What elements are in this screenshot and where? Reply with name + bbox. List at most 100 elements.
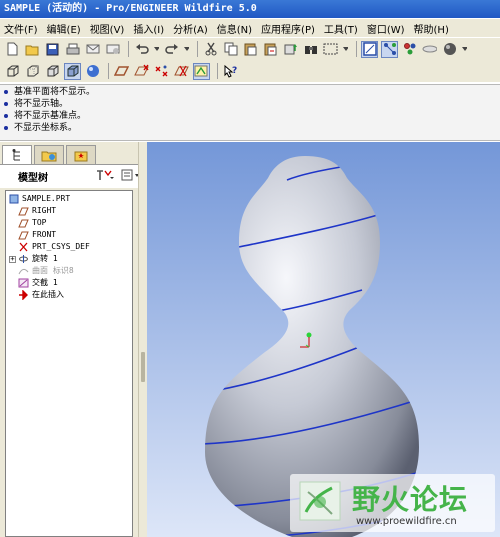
forum-logo-icon	[299, 481, 341, 521]
selection-dropdown-icon[interactable]	[342, 41, 349, 58]
tree-node-label: TOP	[32, 218, 47, 227]
tree-node-right[interactable]: RIGHT	[6, 205, 132, 217]
tree-node-top[interactable]: TOP	[6, 217, 132, 229]
shaded-icon[interactable]	[64, 62, 81, 80]
message-line: 不显示坐标系。	[4, 122, 496, 134]
no-hidden-icon[interactable]	[4, 63, 21, 80]
toolbar-separator	[356, 41, 357, 57]
model-tree-tab-icon[interactable]	[2, 145, 32, 164]
message-text: 将不显示轴。	[14, 99, 69, 109]
tree-node-label: 在此插入	[32, 290, 64, 299]
intersect-icon	[18, 278, 29, 288]
sphere-dropdown-icon[interactable]	[461, 41, 468, 58]
redo-dropdown-icon[interactable]	[183, 41, 190, 58]
tree-node-surface[interactable]: 曲面 标识8	[6, 265, 132, 277]
menu-tools[interactable]: 工具(T)	[324, 21, 358, 36]
watermark-title: 野火论坛	[352, 483, 469, 516]
bullet-icon	[4, 114, 8, 118]
email-icon[interactable]	[84, 41, 101, 58]
bullet-icon	[4, 90, 8, 94]
tree-settings-icon[interactable]	[95, 169, 115, 184]
favorites-tab-icon[interactable]	[66, 145, 96, 164]
open-folder-icon[interactable]	[24, 41, 41, 58]
menu-edit[interactable]: 编辑(E)	[47, 21, 81, 36]
datum-plane-display-icon[interactable]	[113, 63, 130, 80]
paste-special-icon[interactable]	[262, 41, 279, 58]
sphere-icon[interactable]	[441, 41, 458, 58]
window-title-bar: SAMPLE (活动的) - Pro/ENGINEER Wildfire 5.0	[0, 0, 500, 18]
toolbar-separator	[197, 41, 198, 57]
save-icon[interactable]	[44, 41, 61, 58]
message-line: 基准平面将不显示。	[4, 86, 496, 98]
folder-browser-tab-icon[interactable]	[34, 145, 64, 164]
tree-node-label: RIGHT	[32, 206, 57, 215]
toolbar-separator	[128, 41, 129, 57]
message-line: 将不显示轴。	[4, 98, 496, 110]
menu-view[interactable]: 视图(V)	[90, 21, 125, 36]
message-text: 不显示坐标系。	[14, 123, 78, 133]
tree-node-revolve[interactable]: + 旋转 1	[6, 253, 132, 265]
cut-icon[interactable]	[202, 41, 219, 58]
tree-node-label: FRONT	[32, 230, 57, 239]
new-file-icon[interactable]	[4, 41, 21, 58]
expand-toggle-icon[interactable]: +	[9, 255, 16, 263]
bullet-icon	[4, 126, 8, 130]
navigator-tabs	[0, 142, 147, 164]
enhanced-realism-icon[interactable]	[84, 63, 101, 80]
model-tree-header: 模型树	[0, 164, 147, 188]
model-tree-title: 模型树	[18, 173, 48, 184]
datum-point-icon[interactable]	[401, 41, 418, 58]
message-text: 将不显示基准点。	[14, 111, 87, 121]
eye-icon[interactable]	[421, 41, 438, 58]
datum-axis-icon[interactable]	[381, 40, 398, 58]
annotation-display-icon[interactable]	[193, 62, 210, 80]
csys-icon	[18, 242, 29, 252]
paste-icon[interactable]	[242, 41, 259, 58]
redo-icon[interactable]	[163, 41, 180, 58]
hidden-line-icon[interactable]	[24, 63, 41, 80]
window-icon[interactable]	[361, 40, 378, 58]
selection-box-icon[interactable]	[322, 41, 339, 58]
tree-node-intersect[interactable]: 交截 1	[6, 277, 132, 289]
toolbar-separator	[108, 63, 109, 79]
wireframe-icon[interactable]	[44, 63, 61, 80]
bullet-icon	[4, 102, 8, 106]
regenerate-icon[interactable]	[282, 41, 299, 58]
navigator-panel: 模型树 SAMPLE.PRT RIGHT TOP FRONT PRT_CSYS_…	[0, 142, 147, 537]
panel-splitter[interactable]	[138, 142, 147, 537]
email-attach-icon[interactable]	[104, 41, 121, 58]
tree-node-label: 旋转 1	[32, 254, 58, 263]
copy-icon[interactable]	[222, 41, 239, 58]
svg-text:?: ?	[232, 66, 237, 76]
undo-dropdown-icon[interactable]	[153, 41, 160, 58]
tree-node-label: 曲面 标识8	[32, 266, 74, 275]
tree-header-tools	[95, 169, 141, 184]
menu-file[interactable]: 文件(F)	[4, 21, 38, 36]
tree-node-insert-here[interactable]: 在此插入	[6, 289, 132, 301]
view-toolbar: ?	[0, 60, 500, 82]
whats-this-icon[interactable]: ?	[222, 63, 239, 80]
axis-display-icon[interactable]	[133, 63, 150, 80]
tree-node-front[interactable]: FRONT	[6, 229, 132, 241]
watermark-url: www.proewildfire.cn	[356, 516, 457, 527]
splitter-grip[interactable]	[141, 352, 145, 382]
print-icon[interactable]	[64, 41, 81, 58]
tree-node-part[interactable]: SAMPLE.PRT	[6, 193, 132, 205]
menu-applications[interactable]: 应用程序(P)	[261, 21, 315, 36]
find-icon[interactable]	[302, 41, 319, 58]
undo-icon[interactable]	[133, 41, 150, 58]
datum-plane-icon	[18, 218, 29, 228]
menu-insert[interactable]: 插入(I)	[133, 21, 164, 36]
menu-info[interactable]: 信息(N)	[217, 21, 252, 36]
tree-node-label: PRT_CSYS_DEF	[32, 242, 90, 251]
menu-help[interactable]: 帮助(H)	[414, 21, 449, 36]
forum-watermark: 野火论坛 www.proewildfire.cn	[290, 474, 495, 532]
menu-analysis[interactable]: 分析(A)	[173, 21, 208, 36]
point-display-icon[interactable]	[153, 63, 170, 80]
csys-display-icon[interactable]	[173, 63, 190, 80]
part-icon	[8, 194, 19, 204]
tree-node-label: SAMPLE.PRT	[22, 194, 71, 203]
window-title: SAMPLE (活动的) - Pro/ENGINEER Wildfire 5.0	[4, 3, 257, 14]
menu-window[interactable]: 窗口(W)	[367, 21, 405, 36]
tree-node-csys[interactable]: PRT_CSYS_DEF	[6, 241, 132, 253]
